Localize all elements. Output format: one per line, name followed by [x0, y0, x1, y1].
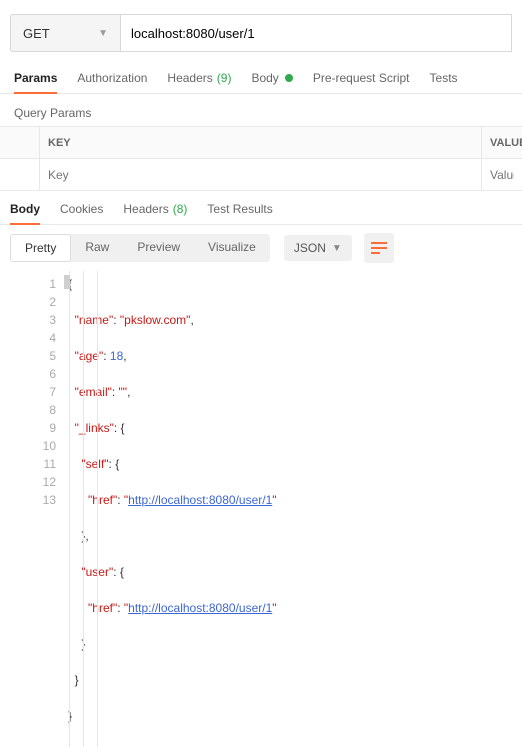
method-select[interactable]: GET ▼	[10, 14, 120, 52]
line-number: 10	[0, 437, 56, 455]
line-number: 7	[0, 383, 56, 401]
method-label: GET	[23, 26, 50, 41]
resp-tab-headers-label: Headers	[123, 202, 168, 216]
line-number: 4	[0, 329, 56, 347]
line-number: 8	[0, 401, 56, 419]
tab-headers-count: (9)	[217, 71, 232, 85]
resp-tab-body-label: Body	[10, 202, 40, 216]
view-visualize-button[interactable]: Visualize	[194, 234, 270, 262]
json-key: "_links"	[75, 421, 114, 435]
json-key: "self"	[81, 457, 108, 471]
wrap-lines-button[interactable]	[364, 233, 394, 263]
tab-params[interactable]: Params	[14, 71, 57, 94]
view-preview-button[interactable]: Preview	[123, 234, 194, 262]
row-selector-head	[0, 127, 40, 159]
json-link[interactable]: http://localhost:8080/user/1	[128, 493, 272, 507]
json-key: "email"	[75, 385, 112, 399]
resp-tab-cookies[interactable]: Cookies	[60, 202, 103, 224]
code-source[interactable]: { "name": "pkslow.com", "age": 18, "emai…	[64, 271, 522, 747]
query-params-table: KEY VALUE	[0, 126, 522, 191]
row-selector[interactable]	[0, 159, 40, 191]
tab-prerequest[interactable]: Pre-request Script	[313, 71, 410, 93]
col-value-header: VALUE	[482, 127, 522, 159]
value-cell[interactable]	[482, 159, 522, 191]
view-mode-segment: Pretty Raw Preview Visualize	[10, 234, 270, 262]
format-label: JSON	[294, 241, 326, 255]
request-tabs: Params Authorization Headers (9) Body Pr…	[0, 62, 522, 94]
view-mode-row: Pretty Raw Preview Visualize JSON ▼	[0, 225, 522, 271]
json-key: "href"	[88, 493, 117, 507]
response-code: 1 2 3 4 5 6 7 8 9 10 11 12 13 { "name": …	[0, 271, 522, 747]
response-tabs: Body Cookies Headers (8) Test Results	[0, 191, 522, 225]
json-link[interactable]: http://localhost:8080/user/1	[128, 601, 272, 615]
tab-params-label: Params	[14, 71, 57, 85]
tab-headers[interactable]: Headers (9)	[167, 71, 231, 93]
tab-body-label: Body	[251, 71, 278, 85]
tab-authorization[interactable]: Authorization	[77, 71, 147, 93]
url-input[interactable]	[120, 14, 512, 52]
tab-prerequest-label: Pre-request Script	[313, 71, 410, 85]
json-value: "pkslow.com"	[120, 313, 191, 327]
resp-tab-cookies-label: Cookies	[60, 202, 103, 216]
chevron-down-icon: ▼	[332, 243, 342, 254]
tab-authorization-label: Authorization	[77, 71, 147, 85]
line-number: 13	[0, 491, 56, 509]
json-key: "age"	[75, 349, 104, 363]
cursor-icon	[64, 275, 70, 289]
key-cell[interactable]	[40, 159, 482, 191]
line-number: 3	[0, 311, 56, 329]
line-number: 5	[0, 347, 56, 365]
value-input[interactable]	[490, 168, 514, 182]
line-gutter: 1 2 3 4 5 6 7 8 9 10 11 12 13	[0, 271, 64, 747]
json-value: 18	[110, 349, 123, 363]
line-number: 9	[0, 419, 56, 437]
view-pretty-button[interactable]: Pretty	[10, 234, 71, 262]
line-number: 6	[0, 365, 56, 383]
view-raw-button[interactable]: Raw	[71, 234, 123, 262]
resp-tab-testresults[interactable]: Test Results	[207, 202, 272, 224]
json-key: "name"	[75, 313, 114, 327]
tab-body[interactable]: Body	[251, 71, 292, 93]
line-number: 1	[0, 275, 56, 293]
tab-headers-label: Headers	[167, 71, 212, 85]
resp-tab-headers-count: (8)	[173, 202, 188, 216]
key-input[interactable]	[48, 168, 473, 182]
tab-tests-label: Tests	[430, 71, 458, 85]
format-select[interactable]: JSON ▼	[284, 235, 352, 261]
resp-tab-headers[interactable]: Headers (8)	[123, 202, 187, 224]
dot-icon	[285, 74, 293, 82]
line-number: 2	[0, 293, 56, 311]
line-number: 11	[0, 455, 56, 473]
query-params-title: Query Params	[0, 94, 522, 126]
chevron-down-icon: ▼	[98, 28, 108, 39]
resp-tab-body[interactable]: Body	[10, 202, 40, 225]
json-value: ""	[119, 385, 128, 399]
resp-tab-testresults-label: Test Results	[207, 202, 272, 216]
line-number: 12	[0, 473, 56, 491]
col-key-header: KEY	[40, 127, 482, 159]
wrap-icon	[370, 241, 388, 255]
tab-tests[interactable]: Tests	[430, 71, 458, 93]
json-key: "href"	[88, 601, 117, 615]
